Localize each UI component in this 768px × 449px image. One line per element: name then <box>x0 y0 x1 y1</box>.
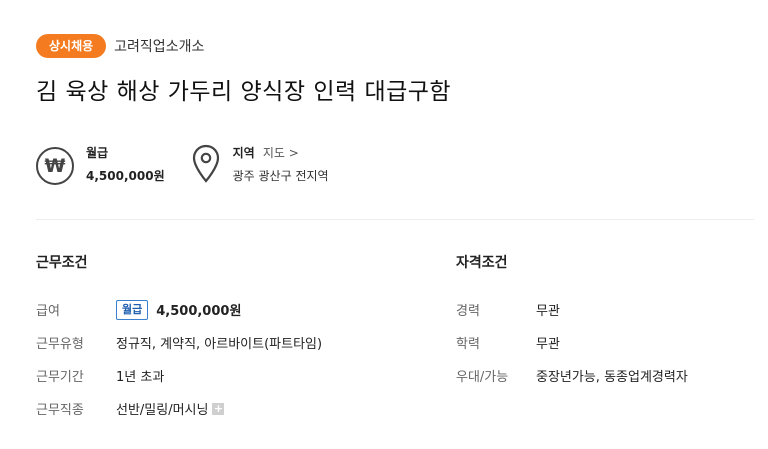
row-label: 급여 <box>36 304 60 319</box>
location-summary: 지역 지도 > 광주 광산구 전지역 <box>191 144 329 185</box>
education-value: 무관 <box>536 337 560 352</box>
work-row-salary: 급여 월급 4,500,000원 <box>36 293 322 326</box>
row-label: 근무기간 <box>36 370 84 385</box>
location-summary-label: 지역 <box>232 146 255 160</box>
employment-type-value: 정규직, 계약직, 아르바이트(파트타임) <box>116 337 323 352</box>
job-posting-page: 상시채용 고려직업소개소 김 육상 해상 가두리 양식장 인력 대급구함 ₩ 월… <box>0 0 768 449</box>
qualifications-section: 자격조건 경력 무관 학력 무관 우대/가능 중장년가능, 동종업계경력자 <box>456 252 688 392</box>
work-conditions-title: 근무조건 <box>36 255 88 271</box>
won-icon: ₩ <box>36 147 74 185</box>
salary-summary: ₩ 월급 4,500,000원 <box>36 144 165 185</box>
job-summary: ₩ 월급 4,500,000원 지역 지도 > 광주 광산구 전지역 <box>36 144 329 185</box>
work-period-value: 1년 초과 <box>116 370 165 385</box>
row-label: 근무직종 <box>36 403 84 418</box>
salary-summary-label: 월급 <box>86 146 109 160</box>
location-summary-value: 광주 광산구 전지역 <box>232 169 329 183</box>
header-meta: 상시채용 고려직업소개소 <box>36 34 204 58</box>
row-label: 우대/가능 <box>456 370 509 385</box>
occupation-value: 선반/밀링/머시닝 <box>116 403 209 418</box>
qual-row-experience: 경력 무관 <box>456 293 688 326</box>
map-link[interactable]: 지도 > <box>263 146 299 160</box>
salary-summary-value: 4,500,000원 <box>86 169 165 183</box>
row-label: 경력 <box>456 304 480 319</box>
expand-plus-icon[interactable]: + <box>212 402 225 415</box>
hiring-status-badge: 상시채용 <box>36 34 107 58</box>
qual-row-education: 학력 무관 <box>456 326 688 359</box>
work-row-period: 근무기간 1년 초과 <box>36 359 322 392</box>
work-row-type: 근무유형 정규직, 계약직, 아르바이트(파트타임) <box>36 326 322 359</box>
work-row-occupation: 근무직종 선반/밀링/머시닝 + <box>36 392 322 425</box>
salary-type-tag: 월급 <box>116 299 149 320</box>
qual-row-preferred: 우대/가능 중장년가능, 동종업계경력자 <box>456 359 688 392</box>
map-pin-icon <box>192 144 219 183</box>
section-divider <box>36 219 754 220</box>
row-label: 학력 <box>456 337 480 352</box>
salary-value: 4,500,000원 <box>156 304 242 319</box>
job-title: 김 육상 해상 가두리 양식장 인력 대급구함 <box>36 79 452 105</box>
row-label: 근무유형 <box>36 337 84 352</box>
preferred-value: 중장년가능, 동종업계경력자 <box>536 370 688 385</box>
work-conditions-section: 근무조건 급여 월급 4,500,000원 근무유형 정규직, 계약직, 아르바… <box>36 252 322 425</box>
company-name[interactable]: 고려직업소개소 <box>114 36 204 56</box>
experience-value: 무관 <box>536 304 560 319</box>
qualifications-title: 자격조건 <box>456 255 508 271</box>
